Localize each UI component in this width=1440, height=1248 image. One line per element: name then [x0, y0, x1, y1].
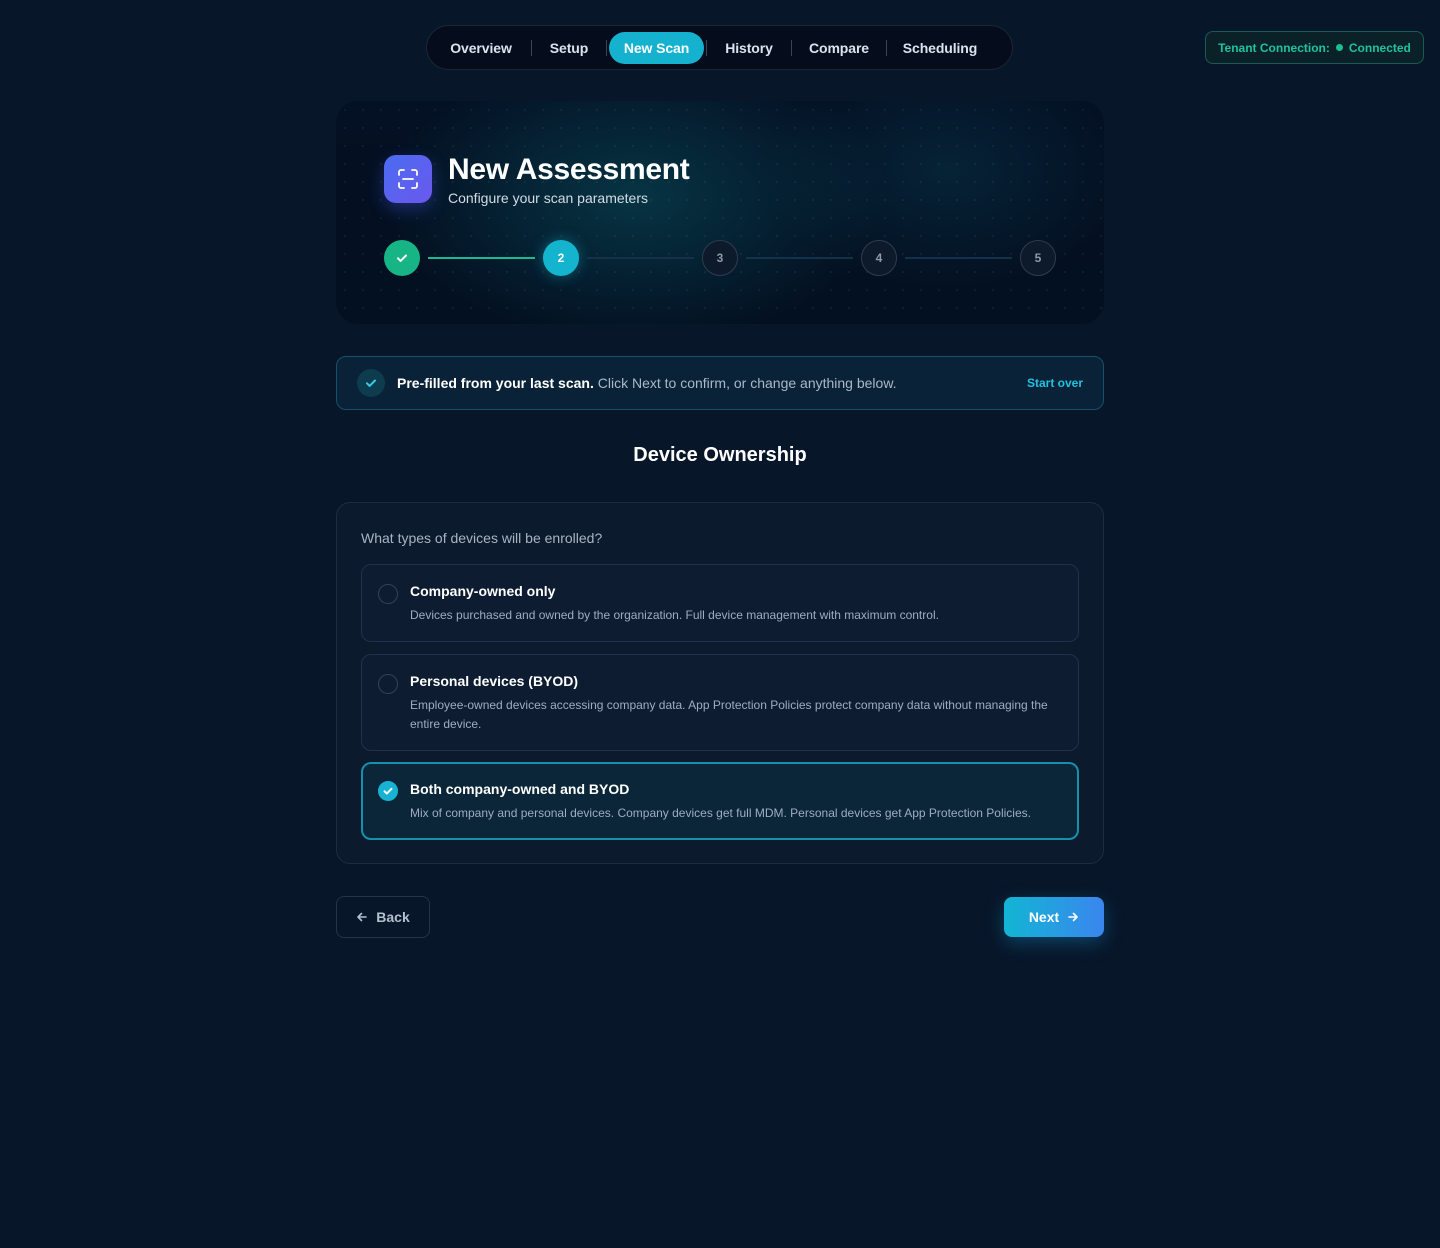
arrow-left-icon — [357, 912, 368, 922]
prefill-message-text: Click Next to confirm, or change anythin… — [593, 375, 897, 391]
scan-icon — [384, 155, 432, 203]
tab-new-scan[interactable]: New Scan — [609, 31, 704, 64]
option-title: Both company-owned and BYOD — [410, 781, 630, 797]
back-button[interactable]: Back — [336, 896, 430, 938]
step-connector — [587, 257, 694, 259]
start-over-link[interactable]: Start over — [1027, 376, 1083, 390]
question-label: What types of devices will be enrolled? — [361, 530, 603, 546]
option-description: Devices purchased and owned by the organ… — [410, 608, 939, 622]
page-subtitle: Configure your scan parameters — [448, 190, 648, 206]
section-title: Device Ownership — [633, 444, 807, 466]
option-description: Mix of company and personal devices. Com… — [410, 806, 1031, 820]
step-5: 5 — [1020, 240, 1056, 276]
check-icon — [383, 787, 393, 795]
step-4: 4 — [861, 240, 897, 276]
next-button[interactable]: Next — [1004, 897, 1104, 937]
tab-history[interactable]: History — [707, 32, 791, 64]
step-connector — [905, 257, 1012, 259]
step-2[interactable]: 2 — [543, 240, 579, 276]
tenant-connection-label: Tenant Connection: — [1218, 40, 1330, 55]
page-title: New Assessment — [448, 153, 690, 186]
check-icon — [397, 254, 407, 262]
assessment-header: New Assessment Configure your scan param… — [336, 101, 1104, 324]
step-connector — [746, 257, 853, 259]
radio-button[interactable] — [378, 584, 398, 604]
option-both[interactable]: Both company-owned and BYOD Mix of compa… — [361, 762, 1079, 840]
nav-divider — [606, 39, 607, 56]
wizard-stepper: 2 3 4 5 — [384, 240, 1056, 276]
step-connector — [428, 257, 535, 259]
prefill-banner: Pre-filled from your last scan. Click Ne… — [336, 356, 1104, 410]
option-title: Personal devices (BYOD) — [410, 673, 579, 689]
status-dot-icon — [1335, 44, 1343, 51]
radio-button[interactable] — [378, 674, 398, 694]
option-title: Company-owned only — [410, 583, 556, 599]
option-company-owned[interactable]: Company-owned only Devices purchased and… — [361, 564, 1079, 642]
device-ownership-card: What types of devices will be enrolled? … — [336, 502, 1104, 864]
option-byod[interactable]: Personal devices (BYOD) Employee-owned d… — [361, 654, 1079, 751]
option-description: Employee-owned devices accessing company… — [410, 698, 1048, 731]
radio-button-selected[interactable] — [378, 781, 398, 801]
back-button-label: Back — [376, 909, 410, 925]
tab-overview[interactable]: Overview — [431, 32, 531, 64]
tab-scheduling[interactable]: Scheduling — [887, 32, 993, 64]
check-circle-icon — [357, 369, 385, 397]
prefill-message: Pre-filled from your last scan. Click Ne… — [397, 375, 1027, 391]
top-nav: Overview Setup New Scan History Compare … — [426, 25, 1013, 70]
prefill-message-bold: Pre-filled from your last scan. — [397, 375, 594, 391]
tab-compare[interactable]: Compare — [792, 32, 886, 64]
next-button-label: Next — [1028, 909, 1060, 925]
tab-setup[interactable]: Setup — [532, 32, 606, 64]
arrow-right-icon — [1068, 912, 1078, 922]
tenant-connection-status: Tenant Connection: Connected — [1205, 31, 1424, 64]
tenant-connection-value: Connected — [1348, 40, 1411, 55]
step-3: 3 — [702, 240, 738, 276]
step-1-complete[interactable] — [384, 240, 420, 276]
